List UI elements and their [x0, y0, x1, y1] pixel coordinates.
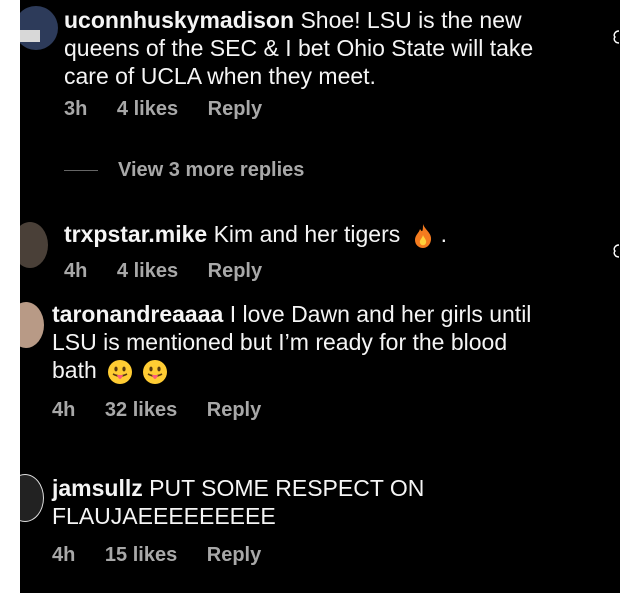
comment-time: 4h: [52, 399, 76, 421]
comment-time: 4h: [52, 544, 76, 566]
avatar[interactable]: [20, 474, 44, 522]
avatar[interactable]: [20, 302, 44, 348]
heart-icon[interactable]: [610, 244, 620, 258]
comment-time: 3h: [64, 98, 88, 120]
comment-likes[interactable]: 32 likes: [105, 399, 177, 421]
comment-username[interactable]: jamsullz: [52, 475, 143, 501]
view-replies-line: [64, 170, 98, 171]
comment-text: trxpstar.mike Kim and her tigers .: [64, 220, 584, 249]
comment-likes[interactable]: 4 likes: [117, 98, 178, 120]
comment-body: Kim and her tigers: [213, 221, 401, 247]
view-more-replies-button[interactable]: View 3 more replies: [118, 159, 304, 182]
reply-button[interactable]: Reply: [208, 98, 262, 120]
fire-emoji-icon: [414, 223, 431, 248]
comment-username[interactable]: trxpstar.mike: [64, 221, 207, 247]
comment-meta: 4h 4 likes Reply: [64, 260, 286, 283]
tongue-face-emoji-icon: [142, 359, 167, 384]
comment-trailing: .: [440, 221, 448, 247]
tongue-face-emoji-icon: [108, 359, 133, 384]
comment-text: taronandreaaaa I love Dawn and her girls…: [52, 300, 592, 385]
comment-username[interactable]: uconnhuskymadison: [64, 7, 294, 33]
reply-button[interactable]: Reply: [208, 260, 262, 282]
comment-likes[interactable]: 15 likes: [105, 544, 177, 566]
comment-time: 4h: [64, 260, 88, 282]
reply-button[interactable]: Reply: [207, 399, 261, 421]
comment-text: uconnhuskymadison Shoe! LSU is the new qu…: [64, 6, 584, 90]
reply-button[interactable]: Reply: [207, 544, 261, 566]
comments-panel: uconnhuskymadison Shoe! LSU is the new qu…: [20, 0, 620, 593]
comment-meta: 4h 32 likes Reply: [52, 399, 285, 422]
comment-likes[interactable]: 4 likes: [117, 260, 178, 282]
comment-meta: 4h 15 likes Reply: [52, 544, 285, 567]
comment-username[interactable]: taronandreaaaa: [52, 301, 223, 327]
comment-text: jamsullz PUT SOME RESPECT ON FLAUJAEEEEEE…: [52, 474, 592, 530]
heart-icon[interactable]: [610, 30, 620, 44]
avatar[interactable]: [20, 6, 58, 50]
comment-meta: 3h 4 likes Reply: [64, 98, 286, 121]
avatar[interactable]: [20, 222, 48, 268]
avatar-badge: [20, 30, 40, 42]
